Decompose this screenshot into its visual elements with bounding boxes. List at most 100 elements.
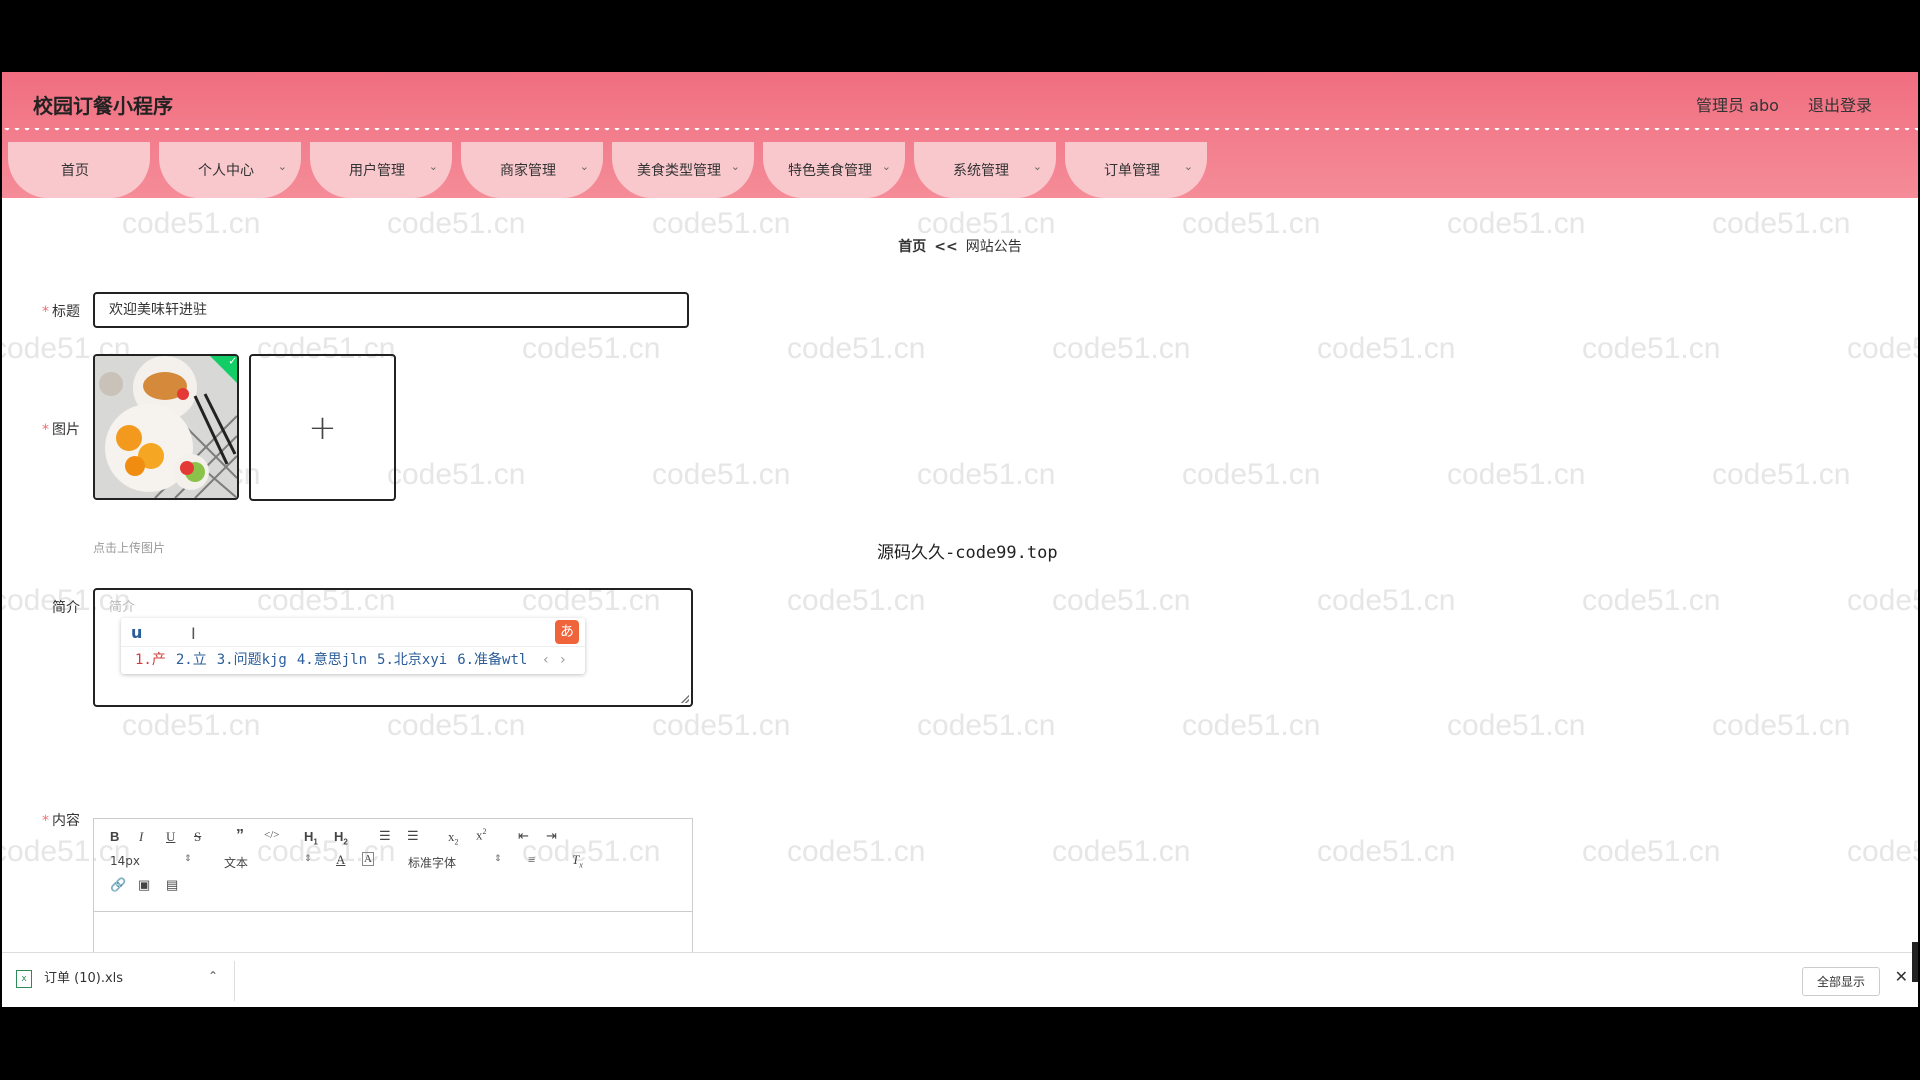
heading1-icon[interactable]: H1 — [304, 829, 318, 847]
paragraph-value: 文本 — [224, 856, 249, 870]
main-nav: 首页 个人中心 ⌄ 用户管理 ⌄ 商家管理 ⌄ 美食类型管理 ⌄ 特色美食管理 ⌄ 系统管… — [8, 142, 1216, 198]
user-area: 管理员 abo 退出登录 — [1672, 92, 1872, 116]
underline-icon[interactable]: U — [166, 829, 175, 845]
image-upload-button[interactable]: + — [249, 354, 396, 501]
background-color-icon[interactable]: A — [362, 852, 374, 866]
watermark-text: code51.cn — [1582, 332, 1721, 365]
chevron-down-icon: ⌄ — [1032, 160, 1042, 173]
breadcrumb-home[interactable]: 首页 — [898, 239, 926, 255]
resize-grip-icon[interactable] — [681, 695, 689, 703]
nav-item-home[interactable]: 首页 — [8, 142, 150, 198]
watermark-text: code51.cn — [1317, 835, 1456, 868]
strikethrough-icon[interactable]: S — [194, 829, 201, 845]
watermark-text: code51.cn — [1052, 584, 1191, 617]
admin-name: 管理员 abo — [1696, 96, 1779, 115]
check-icon: ✓ — [228, 354, 238, 368]
nav-item-label: 特色美食管理 — [788, 163, 872, 179]
align-icon[interactable]: ≡ — [528, 852, 535, 868]
nav-item-label: 用户管理 — [349, 163, 405, 179]
bullet-list-icon[interactable]: ☰ — [407, 828, 419, 844]
ordered-list-icon[interactable]: ☰ — [379, 828, 391, 844]
required-mark: * — [42, 813, 49, 829]
ime-candidate-popup: u I あ 1.产 2.立 3.问题kjg 4.意思jln 5.北京xyi 6.准备wtl… — [121, 618, 585, 674]
indent-icon[interactable]: ⇥ — [546, 828, 557, 844]
nav-item-label: 系统管理 — [953, 163, 1009, 179]
close-icon[interactable]: ✕ — [1895, 967, 1908, 986]
nav-item-label: 首页 — [61, 163, 89, 179]
download-item[interactable]: x 订单 (10).xls — [16, 967, 123, 988]
ime-candidate[interactable]: 3.问题kjg — [217, 652, 287, 668]
divider — [234, 961, 235, 1001]
italic-icon[interactable]: I — [139, 829, 143, 845]
title-label-text: 标题 — [52, 304, 80, 320]
nav-item-label: 美食类型管理 — [637, 163, 721, 179]
ime-candidate[interactable]: 5.北京xyi — [377, 652, 447, 668]
intro-label: 简介 — [52, 600, 80, 616]
excel-file-icon: x — [16, 969, 32, 988]
nav-item-user-management[interactable]: 用户管理 ⌄ — [310, 142, 452, 198]
ime-candidate[interactable]: 1.产 — [135, 652, 166, 668]
code-block-icon[interactable]: </> — [264, 829, 279, 841]
superscript-icon[interactable]: x2 — [476, 827, 487, 843]
intro-placeholder: 简介 — [109, 600, 136, 615]
heading2-icon[interactable]: H2 — [334, 829, 348, 847]
download-bar: x 订单 (10).xls ⌃ 全部显示 ✕ — [2, 952, 1918, 1007]
image-label: * 图片 — [42, 419, 80, 439]
watermark-text: code51.cn — [1847, 584, 1918, 617]
watermark-text: code51.cn — [1582, 835, 1721, 868]
header-scallop-border — [2, 128, 1918, 138]
ime-candidate[interactable]: 2.立 — [176, 652, 207, 668]
logout-link[interactable]: 退出登录 — [1808, 96, 1872, 115]
nav-item-order-management[interactable]: 订单管理 ⌄ — [1065, 142, 1207, 198]
chevron-up-icon[interactable]: ⌃ — [208, 969, 218, 983]
food-photo — [95, 356, 237, 498]
font-color-icon[interactable]: A — [336, 852, 345, 868]
watermark-text: code51.cn — [787, 835, 926, 868]
nav-item-label: 个人中心 — [198, 163, 254, 179]
subscript-icon[interactable]: x2 — [448, 829, 459, 847]
title-input[interactable]: 欢迎美味轩进驻 — [93, 292, 689, 328]
nav-item-merchant-management[interactable]: 商家管理 ⌄ — [461, 142, 603, 198]
watermark-text: code51.cn — [1317, 332, 1456, 365]
bold-icon[interactable]: B — [110, 829, 119, 844]
nav-item-special-food-management[interactable]: 特色美食管理 ⌄ — [763, 142, 905, 198]
ime-pager[interactable]: ‹ › — [542, 647, 567, 673]
download-file-name: 订单 (10).xls — [44, 971, 124, 986]
ime-candidate[interactable]: 6.准备wtl — [457, 652, 527, 668]
ime-candidate[interactable]: 4.意思jln — [297, 652, 367, 668]
nav-item-food-type-management[interactable]: 美食类型管理 ⌄ — [612, 142, 754, 198]
select-arrows-icon: ⇕ — [304, 854, 312, 864]
app-window: code51.cn code51.cn code51.cn code51.cn code… — [2, 72, 1918, 1007]
scrollbar-thumb[interactable] — [1912, 942, 1918, 982]
font-family-select[interactable]: 标准字体 ⇕ — [408, 854, 504, 871]
watermark-text: code51.cn — [1447, 458, 1586, 491]
watermark-text: code51.cn — [122, 709, 261, 742]
nav-item-system-management[interactable]: 系统管理 ⌄ — [914, 142, 1056, 198]
outdent-icon[interactable]: ⇤ — [518, 828, 529, 844]
watermark-text: code51.cn — [1182, 458, 1321, 491]
link-icon[interactable]: 🔗 — [110, 877, 126, 893]
video-icon[interactable]: ▤ — [166, 877, 178, 893]
text-cursor-icon: I — [191, 624, 196, 643]
content-label: * 内容 — [42, 810, 80, 830]
watermark-text: code51.cn — [1052, 835, 1191, 868]
nav-item-personal-center[interactable]: 个人中心 ⌄ — [159, 142, 301, 198]
watermark-text: code51.cn — [1317, 584, 1456, 617]
uploaded-image-thumbnail[interactable]: ✓ — [93, 354, 239, 500]
editor-toolbar: B I U S ” </> H1 H2 ☰ ☰ x2 x2 ⇤ ⇥ 14px ⇕ … — [94, 819, 692, 912]
ime-logo-icon[interactable]: あ — [555, 620, 579, 644]
blockquote-icon[interactable]: ” — [236, 827, 244, 845]
intro-textarea[interactable]: 简介 u I あ 1.产 2.立 3.问题kjg 4.意思jln 5.北京xyi 6.准备… — [93, 588, 693, 707]
nav-item-label: 商家管理 — [500, 163, 556, 179]
font-size-select[interactable]: 14px ⇕ — [110, 854, 194, 868]
image-icon[interactable]: ▣ — [138, 877, 150, 893]
clear-format-icon[interactable]: Tx — [572, 852, 583, 870]
watermark-text: code51.cn — [387, 458, 526, 491]
chevron-down-icon: ⌄ — [730, 160, 740, 173]
paragraph-select[interactable]: 文本 ⇕ — [224, 854, 314, 871]
show-all-button[interactable]: 全部显示 — [1801, 967, 1880, 996]
font-family-value: 标准字体 — [408, 856, 457, 870]
watermark-text: code51.cn — [917, 458, 1056, 491]
breadcrumb-current: 网站公告 — [965, 239, 1022, 255]
watermark-text: code51.cn — [652, 709, 791, 742]
